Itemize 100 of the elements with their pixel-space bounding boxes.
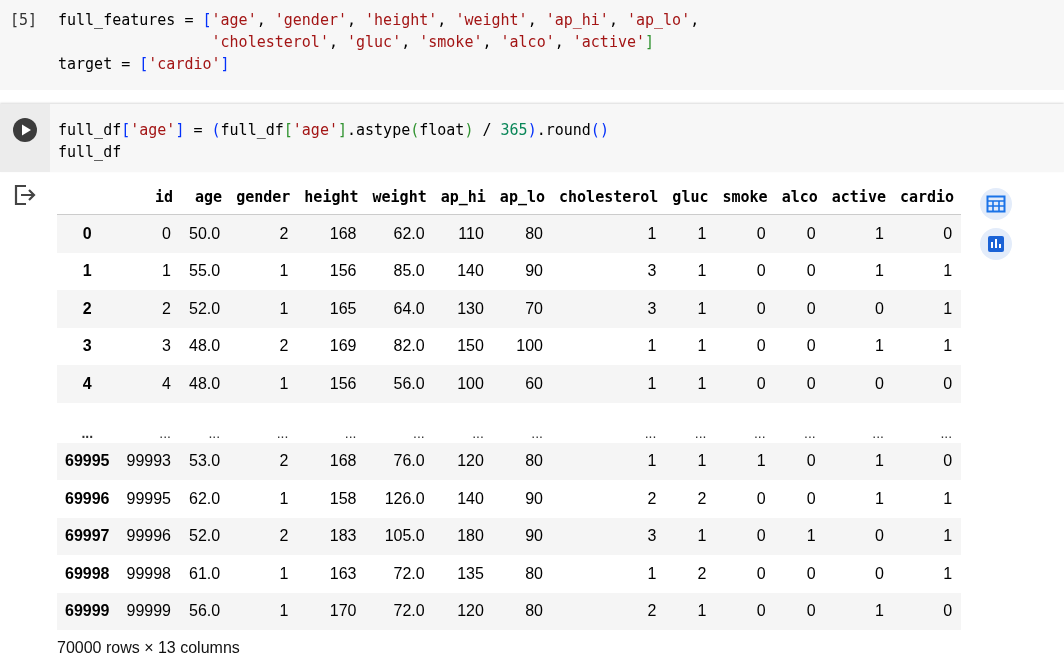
table-cell: 0 (892, 365, 962, 403)
bar-chart-icon[interactable] (980, 228, 1013, 260)
table-cell: ... (492, 402, 552, 443)
table-cell: 1 (665, 252, 716, 290)
table-cell: 48.0 (180, 327, 230, 365)
table-cell: 2 (665, 555, 716, 593)
run-button-icon[interactable] (13, 118, 37, 142)
table-cell: 0 (824, 365, 893, 403)
table-cell: 0 (715, 517, 775, 555)
table-cell: 1 (892, 517, 962, 555)
table-cell: 90 (492, 480, 552, 518)
table-cell: 0 (715, 290, 775, 328)
table-cell: 1 (552, 555, 666, 593)
table-cell: ... (297, 402, 366, 443)
code-cell[interactable]: [5] full_features = ['age', 'gender', 'height', 'weight', 'ap_hi', 'ap_lo', 'cholesterol', 'gluc', 'smoke', 'alco', 'active'] target = ['cardio'] (0, 0, 1064, 90)
table-cell: 1 (665, 214, 716, 253)
table-cell: 72.0 (365, 592, 434, 630)
table-cell: 0 (774, 327, 825, 365)
table-cell: 0 (892, 442, 962, 480)
table-cell: ... (892, 402, 962, 443)
table-cell: 85.0 (365, 252, 434, 290)
code-cell[interactable]: full_df['age'] = (full_df['age'].astype(float) / 365).round() full_df (0, 104, 1064, 172)
table-cell: 0 (715, 327, 775, 365)
output-icon[interactable] (13, 184, 37, 206)
column-header: weight (365, 180, 434, 215)
table-cell: 1 (229, 480, 298, 518)
table-cell: 1 (774, 517, 825, 555)
table-cell: 1 (892, 252, 962, 290)
table-cell: 82.0 (365, 327, 434, 365)
table-cell: 62.0 (180, 480, 230, 518)
table-cell: 1 (715, 442, 775, 480)
table-cell: 70 (492, 290, 552, 328)
table-cell: 150 (433, 327, 493, 365)
row-index: 69997 (57, 517, 118, 555)
code-line: full_df['age'] = (full_df['age'].astype(float) / 365).round() (58, 120, 609, 141)
table-cell: 80 (492, 592, 552, 630)
table-cell: 90 (492, 252, 552, 290)
table-cell: ... (665, 402, 716, 443)
table-cell: 60 (492, 365, 552, 403)
table-cell: 0 (774, 365, 825, 403)
code-line: target = ['cardio'] (58, 54, 231, 75)
table-cell: ... (824, 402, 893, 443)
table-cell: 2 (229, 517, 298, 555)
table-cell: 0 (892, 592, 962, 630)
table-cell: 0 (774, 252, 825, 290)
table-cell: 1 (824, 592, 893, 630)
table-cell: 0 (774, 480, 825, 518)
table-cell: 0 (774, 214, 825, 253)
table-cell: 140 (433, 252, 493, 290)
row-index: 69995 (57, 442, 118, 480)
table-cell: 52.0 (180, 290, 230, 328)
table-cell: 165 (297, 290, 366, 328)
table-cell: 3 (552, 252, 666, 290)
table-cell: 1 (892, 327, 962, 365)
table-cell: 72.0 (365, 555, 434, 593)
column-header: ap_lo (492, 180, 552, 215)
table-cell: 1 (824, 252, 893, 290)
column-header: alco (774, 180, 825, 215)
table-icon[interactable] (980, 188, 1013, 220)
table-cell: 120 (433, 592, 493, 630)
table-cell: 1 (552, 365, 666, 403)
code-line: 'cholesterol', 'gluc', 'smoke', 'alco', 'active'] (210, 32, 656, 53)
table-cell: 163 (297, 555, 366, 593)
table-cell: 0 (715, 480, 775, 518)
table-cell: 90 (492, 517, 552, 555)
table-cell: 1 (117, 252, 180, 290)
row-index: ... (57, 402, 118, 443)
table-cell: 110 (433, 214, 493, 253)
table-cell: 0 (824, 290, 893, 328)
execution-count: [5] (10, 10, 38, 31)
row-index: 0 (57, 214, 118, 253)
table-cell: 55.0 (180, 252, 230, 290)
table-cell: 1 (824, 480, 893, 518)
table-cell: 1 (229, 592, 298, 630)
table-cell: 0 (774, 592, 825, 630)
table-cell: 1 (892, 480, 962, 518)
column-header: smoke (715, 180, 775, 215)
table-cell: 0 (715, 555, 775, 593)
table-cell: 1 (824, 214, 893, 253)
table-cell: ... (774, 402, 825, 443)
table-cell: 1 (229, 252, 298, 290)
table-cell: 3 (117, 327, 180, 365)
table-cell: 1 (552, 442, 666, 480)
table-cell: 80 (492, 214, 552, 253)
table-cell: 0 (715, 365, 775, 403)
table-cell: 105.0 (365, 517, 434, 555)
table-cell: 1 (665, 327, 716, 365)
table-cell: 99993 (117, 442, 180, 480)
column-header: gluc (665, 180, 716, 215)
table-cell: 100 (433, 365, 493, 403)
table-cell: 99999 (117, 592, 180, 630)
table-cell: 2 (552, 480, 666, 518)
table-cell: 130 (433, 290, 493, 328)
table-cell: 1 (824, 442, 893, 480)
table-cell: 1 (229, 555, 298, 593)
table-cell: ... (229, 402, 298, 443)
row-index: 69996 (57, 480, 118, 518)
table-cell: 0 (892, 214, 962, 253)
table-cell: 80 (492, 555, 552, 593)
table-cell: 1 (665, 365, 716, 403)
